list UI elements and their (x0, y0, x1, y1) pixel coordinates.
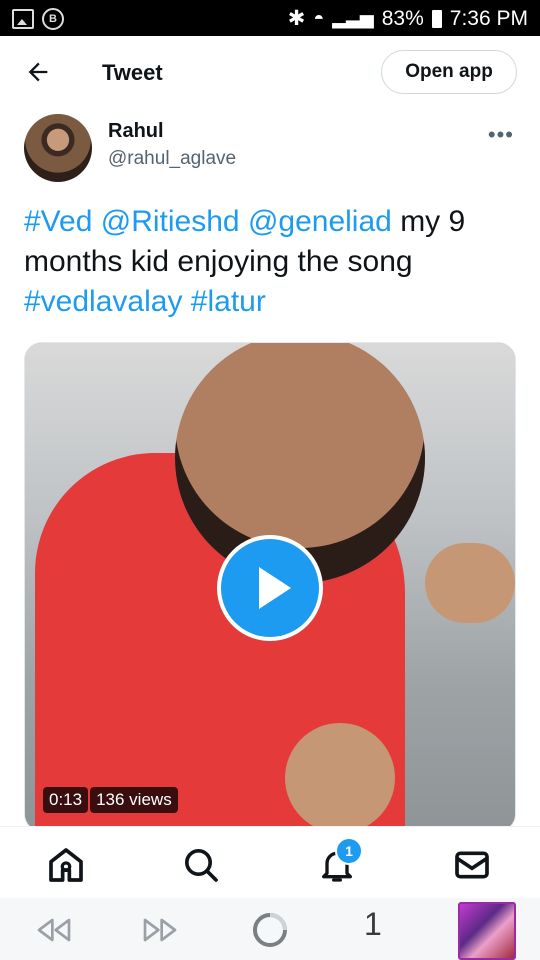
tab-count[interactable]: 1 (364, 906, 382, 943)
fast-forward-icon[interactable] (140, 910, 180, 950)
video-info: 0:13 136 views (43, 787, 178, 813)
status-bar: B ✱ ◓ ▂▃▅ 83% 7:36 PM (0, 0, 540, 36)
hashtag-vedlavalay[interactable]: #vedlavalay (24, 285, 182, 318)
text-space (182, 285, 190, 318)
bluetooth-icon: ✱ (287, 7, 306, 30)
back-arrow-icon[interactable] (24, 58, 52, 86)
search-icon[interactable] (181, 845, 221, 885)
loading-circle-icon[interactable] (250, 910, 290, 950)
tweet-author: Rahul @rahul_aglave ••• (24, 114, 516, 186)
author-handle[interactable]: @rahul_aglave (108, 148, 236, 170)
mail-icon[interactable] (452, 845, 492, 885)
b-icon: B (42, 8, 64, 30)
bottom-nav: 1 (0, 826, 540, 899)
profile-thumbnail[interactable] (458, 902, 516, 960)
video-figure-head (175, 343, 425, 583)
browser-bar: 1 (0, 898, 540, 960)
notifications-badge: 1 (335, 837, 363, 865)
hashtag-latur[interactable]: #latur (191, 285, 266, 318)
video-views: 136 views (90, 787, 178, 813)
play-button[interactable] (221, 539, 319, 637)
tweet-text: #Ved @Ritieshd @geneliad my 9 months kid… (24, 202, 516, 322)
battery-text: 83% (381, 6, 424, 30)
avatar[interactable] (24, 114, 92, 182)
header: Tweet Open app (0, 36, 540, 108)
gallery-icon (12, 9, 34, 29)
text-space (92, 205, 100, 238)
video-figure-hand (425, 543, 515, 623)
battery-icon (431, 9, 442, 28)
more-options-icon[interactable]: ••• (488, 122, 514, 148)
open-app-button[interactable]: Open app (381, 50, 517, 94)
signal-icon: ▂▃▅ (332, 8, 374, 28)
hashtag-ved[interactable]: #Ved (24, 205, 92, 238)
wifi-icon: ◓ (313, 8, 325, 28)
rewind-icon[interactable] (34, 910, 74, 950)
video-figure-hand (285, 723, 395, 831)
time-text: 7:36 PM (449, 6, 528, 30)
mention-ritieshd[interactable]: @Ritieshd (101, 205, 240, 238)
home-icon[interactable] (46, 845, 86, 885)
video-duration: 0:13 (43, 787, 89, 813)
video-player[interactable]: 0:13 136 views (24, 342, 516, 832)
author-name[interactable]: Rahul (108, 120, 164, 143)
mention-geneliad[interactable]: @geneliad (248, 205, 392, 238)
page-title: Tweet (102, 60, 163, 85)
text-space (240, 205, 248, 238)
